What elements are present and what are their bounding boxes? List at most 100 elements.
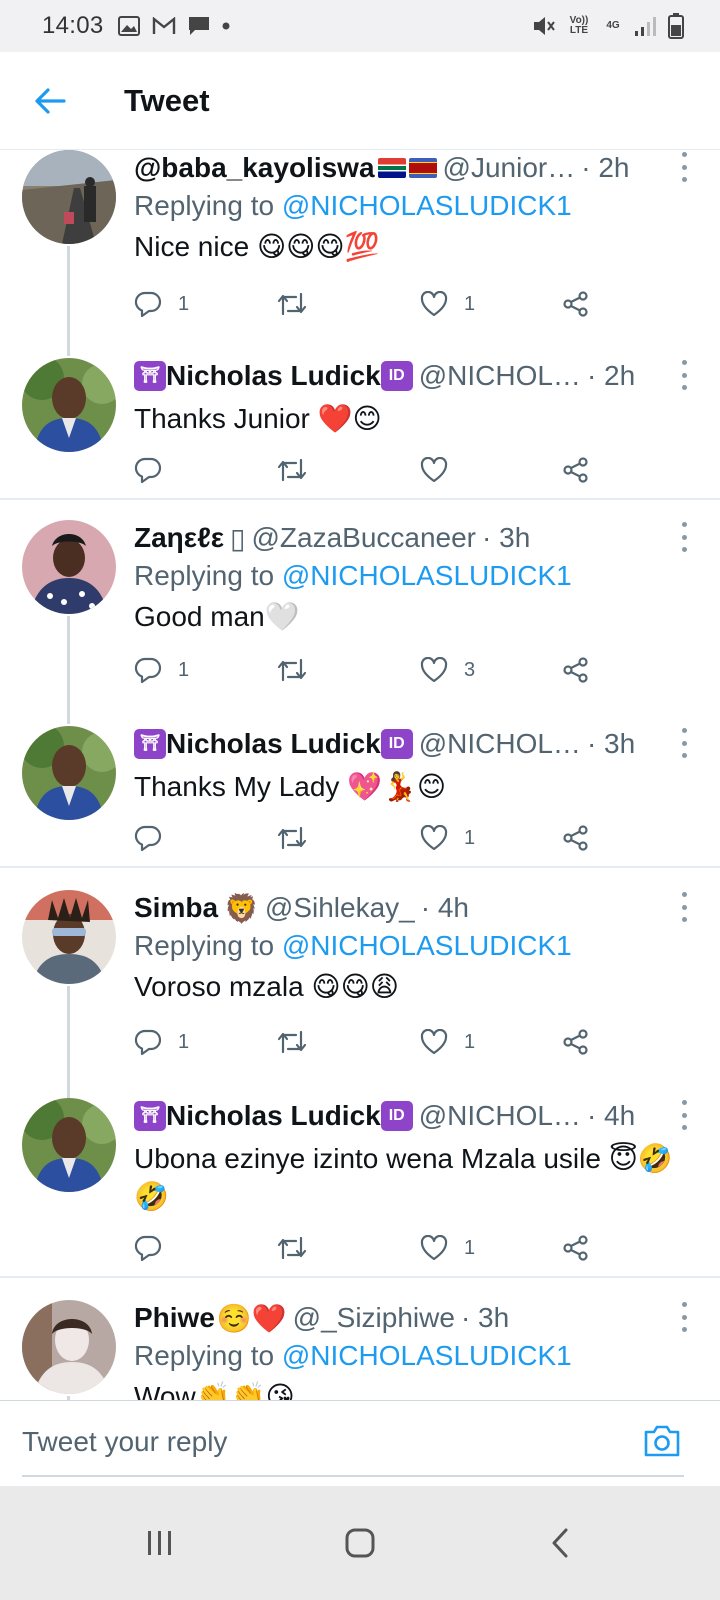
avatar[interactable]: [22, 520, 116, 614]
tweet-text: Thanks My Lady 💖💃😊: [134, 771, 447, 802]
display-name[interactable]: Nicholas Ludick: [166, 360, 381, 392]
display-name[interactable]: Phiwe: [134, 1302, 215, 1334]
tweet[interactable]: Zaηεℓε ▯ @ZazaBuccaneer · 3h Replying to…: [0, 520, 720, 724]
retweet-button[interactable]: [276, 1228, 308, 1268]
more-options-button[interactable]: [674, 152, 694, 182]
share-button[interactable]: [562, 450, 590, 490]
tweet[interactable]: ⛩ Nicholas Ludick ID @NICHOL… · 3h Thank…: [0, 726, 720, 868]
like-count: 1: [464, 1030, 476, 1053]
retweet-icon: [277, 826, 307, 850]
mute-icon: [534, 17, 555, 35]
user-handle[interactable]: @NICHOL…: [419, 728, 581, 760]
display-name[interactable]: Nicholas Ludick: [166, 1100, 381, 1132]
lion-emoji: 🦁: [224, 891, 259, 925]
mention-link[interactable]: @NICHOLASLUDICK1: [282, 560, 572, 591]
retweet-button[interactable]: [276, 284, 308, 324]
thread-divider: [0, 498, 720, 500]
tweet-text: Ubona ezinye izinto wena Mzala usile 😇🤣🤣: [134, 1143, 673, 1212]
share-button[interactable]: [562, 284, 590, 324]
reply-button[interactable]: [134, 450, 162, 490]
tweet[interactable]: ⛩ Nicholas Ludick ID @NICHOL… · 4h Ubona…: [0, 1098, 720, 1278]
tweet-body: ⛩ Nicholas Ludick ID @NICHOL… · 4h Ubona…: [134, 1098, 694, 1216]
back-nav-button[interactable]: [520, 1513, 600, 1573]
tweet-header: Zaηεℓε ▯ @ZazaBuccaneer · 3h: [134, 520, 694, 556]
share-button[interactable]: [562, 818, 590, 858]
tweet-actions: 1: [134, 1228, 604, 1268]
heart-icon: [420, 1029, 448, 1055]
like-button[interactable]: [420, 450, 448, 490]
reply-button[interactable]: [134, 1228, 162, 1268]
back-button[interactable]: [20, 71, 80, 131]
more-options-button[interactable]: [674, 892, 694, 922]
like-button[interactable]: 1: [420, 1022, 475, 1062]
app-header: Tweet: [0, 52, 720, 150]
reply-button[interactable]: 1: [134, 284, 189, 324]
reply-input[interactable]: [22, 1417, 582, 1467]
replying-label: Replying to: [134, 560, 282, 591]
retweet-icon: [277, 1030, 307, 1054]
replying-to: Replying to @NICHOLASLUDICK1: [134, 190, 694, 222]
avatar[interactable]: [22, 890, 116, 984]
tweet-header: ⛩ Nicholas Ludick ID @NICHOL… · 3h: [134, 726, 694, 762]
avatar[interactable]: [22, 1300, 116, 1394]
reply-button[interactable]: 1: [134, 1022, 189, 1062]
reply-count: 1: [178, 292, 190, 315]
user-handle[interactable]: @_Siziphiwe: [293, 1302, 455, 1334]
avatar[interactable]: [22, 1098, 116, 1192]
tweet[interactable]: Simba 🦁 @Sihlekay_ · 4h Replying to @NIC…: [0, 890, 720, 1098]
home-button[interactable]: [320, 1513, 400, 1573]
like-button[interactable]: 1: [420, 1228, 475, 1268]
more-options-button[interactable]: [674, 1100, 694, 1130]
user-handle[interactable]: @ZazaBuccaneer: [251, 522, 476, 554]
flag-za-icon: [377, 158, 406, 178]
more-options-button[interactable]: [674, 1302, 694, 1332]
tweet-time: · 2h: [586, 360, 636, 391]
camera-button[interactable]: [642, 1423, 682, 1463]
display-name[interactable]: Simba: [134, 892, 218, 924]
display-name[interactable]: Zaηεℓε: [134, 522, 224, 554]
tweet-actions: 1 1: [134, 1022, 604, 1062]
heart-icon: [420, 825, 448, 851]
like-count: 1: [464, 292, 476, 315]
retweet-icon: [277, 458, 307, 482]
like-button[interactable]: 1: [420, 284, 475, 324]
like-button[interactable]: 3: [420, 650, 475, 690]
avatar[interactable]: [22, 358, 116, 452]
more-options-button[interactable]: [674, 360, 694, 390]
share-button[interactable]: [562, 1228, 590, 1268]
retweet-button[interactable]: [276, 818, 308, 858]
place-of-worship-icon: ⛩: [134, 729, 166, 759]
user-handle[interactable]: @NICHOL…: [419, 360, 581, 392]
share-icon: [563, 1235, 588, 1261]
display-name[interactable]: Nicholas Ludick: [166, 728, 381, 760]
avatar[interactable]: [22, 150, 116, 244]
like-button[interactable]: 1: [420, 818, 475, 858]
share-button[interactable]: [562, 650, 590, 690]
like-count: 3: [464, 658, 476, 681]
user-handle[interactable]: @Junior…: [443, 152, 576, 184]
recents-button[interactable]: [120, 1513, 200, 1573]
retweet-button[interactable]: [276, 650, 308, 690]
reply-button[interactable]: 1: [134, 650, 189, 690]
tweet[interactable]: @baba_kayoliswa @Junior… · 2h Replying t…: [0, 150, 720, 356]
mention-link[interactable]: @NICHOLASLUDICK1: [282, 1340, 572, 1371]
more-options-button[interactable]: [674, 728, 694, 758]
reply-icon: [134, 825, 162, 852]
tweet-actions: 1 1: [134, 284, 604, 324]
more-options-button[interactable]: [674, 522, 694, 552]
retweet-button[interactable]: [276, 450, 308, 490]
reply-button[interactable]: [134, 818, 162, 858]
share-button[interactable]: [562, 1022, 590, 1062]
replies-feed[interactable]: @baba_kayoliswa @Junior… · 2h Replying t…: [0, 150, 720, 1428]
heart-icon: [420, 657, 448, 683]
tweet-header: Phiwe ☺️❤️ @_Siziphiwe · 3h: [134, 1300, 694, 1336]
arrow-left-icon: [35, 87, 66, 114]
mention-link[interactable]: @NICHOLASLUDICK1: [282, 930, 572, 961]
user-handle[interactable]: @Sihlekay_: [265, 892, 415, 924]
user-handle[interactable]: @NICHOL…: [419, 1100, 581, 1132]
mention-link[interactable]: @NICHOLASLUDICK1: [282, 190, 572, 221]
avatar[interactable]: [22, 726, 116, 820]
tweet[interactable]: ⛩ Nicholas Ludick ID @NICHOL… · 2h Thank…: [0, 358, 720, 500]
display-name[interactable]: @baba_kayoliswa: [134, 152, 375, 184]
retweet-button[interactable]: [276, 1022, 308, 1062]
